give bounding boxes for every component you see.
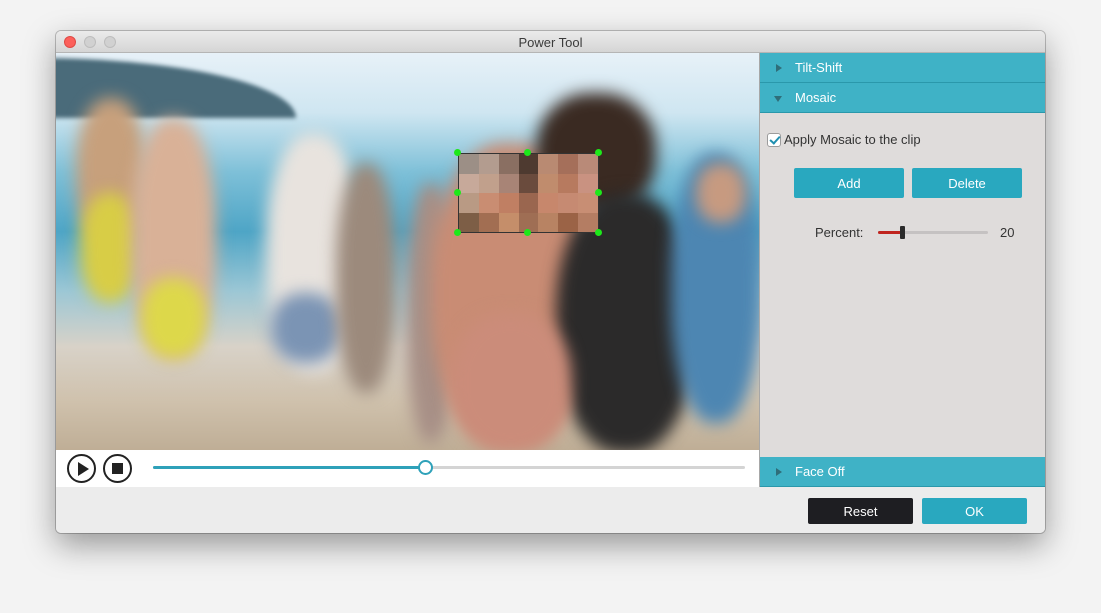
timeline-progress [153, 466, 426, 469]
mosaic-cell [578, 193, 598, 213]
stop-button[interactable] [103, 454, 132, 483]
mosaic-cell [459, 154, 479, 174]
timeline-slider[interactable] [153, 460, 745, 475]
dialog-footer: Reset OK [56, 487, 1045, 533]
percent-label: Percent: [815, 225, 864, 240]
play-icon [78, 462, 89, 476]
reset-button[interactable]: Reset [808, 498, 913, 524]
timeline-handle[interactable] [418, 460, 434, 475]
mosaic-region[interactable] [458, 153, 599, 233]
scene-figure [696, 163, 746, 223]
apply-mosaic-label[interactable]: Apply Mosaic to the clip [784, 132, 921, 147]
mosaic-cell [538, 212, 559, 232]
mosaic-cell [498, 173, 519, 193]
play-button[interactable] [67, 454, 96, 483]
video-preview[interactable] [56, 53, 759, 450]
disclosure-right-icon [774, 53, 784, 83]
mosaic-cell [558, 193, 579, 213]
mosaic-cell [518, 154, 539, 174]
section-label: Tilt-Shift [795, 60, 843, 75]
section-face-off[interactable]: Face Off [760, 457, 1045, 487]
delete-button[interactable]: Delete [912, 168, 1022, 198]
mosaic-cell [498, 193, 519, 213]
playback-controls [56, 450, 759, 487]
percent-slider[interactable] [878, 226, 988, 239]
effects-panel: Tilt-Shift Mosaic Apply Mosaic to the cl… [759, 53, 1045, 487]
add-button[interactable]: Add [794, 168, 904, 198]
mosaic-resize-handle-top-left[interactable] [454, 149, 461, 156]
mosaic-resize-handle-top-right[interactable] [595, 149, 602, 156]
mosaic-cell [538, 193, 559, 213]
mosaic-resize-handle-bottom-left[interactable] [454, 229, 461, 236]
disclosure-right-icon [774, 457, 784, 487]
mosaic-cell [558, 154, 579, 174]
stop-icon [112, 463, 123, 474]
percent-slider-handle[interactable] [900, 226, 906, 239]
scene-figure [141, 278, 206, 358]
scene-figure [271, 293, 341, 363]
section-label: Face Off [795, 464, 845, 479]
mosaic-resize-handle-bottom[interactable] [524, 229, 531, 236]
title-bar: Power Tool [56, 31, 1045, 53]
mosaic-resize-handle-right[interactable] [595, 189, 602, 196]
scene-figure [451, 313, 571, 450]
disclosure-down-icon [774, 83, 784, 113]
mosaic-pixels [459, 154, 598, 232]
mosaic-resize-handle-top[interactable] [524, 149, 531, 156]
mosaic-cell [478, 173, 499, 193]
mosaic-cell [518, 193, 539, 213]
percent-slider-fill [878, 231, 903, 234]
mosaic-resize-handle-left[interactable] [454, 189, 461, 196]
mosaic-cell [558, 173, 579, 193]
mosaic-cell [498, 212, 519, 232]
mosaic-cell [459, 193, 479, 213]
scene-figure [336, 163, 396, 393]
mosaic-cell [498, 154, 519, 174]
window-title: Power Tool [518, 35, 583, 50]
section-label: Mosaic [795, 90, 837, 105]
mosaic-resize-handle-bottom-right[interactable] [595, 229, 602, 236]
percent-value: 20 [1000, 225, 1015, 240]
section-tilt-shift[interactable]: Tilt-Shift [760, 53, 1045, 83]
power-tool-window: Power Tool Tilt-Shift Mosaic Apply Mosai… [56, 31, 1045, 533]
mosaic-cell [478, 193, 499, 213]
apply-mosaic-checkbox[interactable] [767, 133, 781, 147]
mosaic-cell [459, 173, 479, 193]
mosaic-cell [478, 212, 499, 232]
mosaic-cell [538, 173, 559, 193]
mosaic-cell [459, 212, 479, 232]
ok-button[interactable]: OK [922, 498, 1027, 524]
mosaic-cell [518, 173, 539, 193]
mosaic-cell [558, 212, 579, 232]
mosaic-cell [478, 154, 499, 174]
mosaic-cell [578, 154, 598, 174]
mosaic-cell [538, 154, 559, 174]
section-mosaic[interactable]: Mosaic [760, 83, 1045, 113]
